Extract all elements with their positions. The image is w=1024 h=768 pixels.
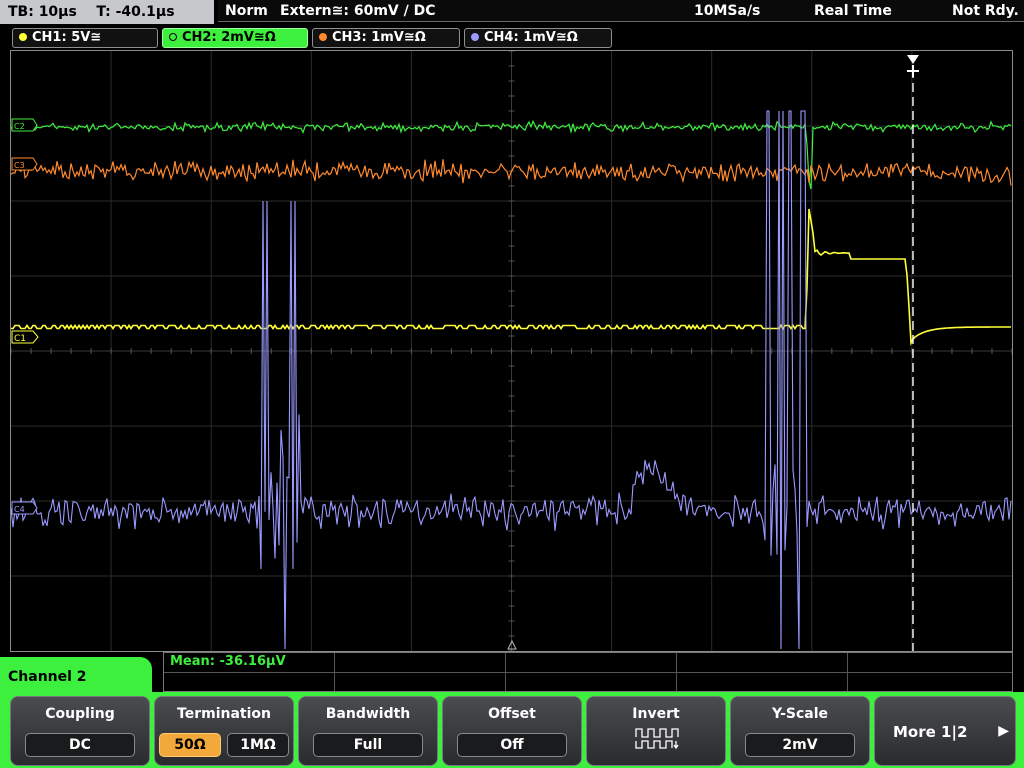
trigger-source: Extern≅: 60mV ∕ DC bbox=[280, 3, 436, 19]
measurement-table[interactable]: Mean: -36.16µV bbox=[163, 652, 1013, 692]
trigger-status-strip[interactable]: Norm Extern≅: 60mV ∕ DC 10MSa/s Real Tim… bbox=[218, 0, 1024, 22]
tab-ch1[interactable]: CH1: 5V≅ bbox=[12, 28, 158, 48]
ch1-level-marker: C1 bbox=[11, 330, 39, 344]
acquisition-state: Not Rdy. bbox=[952, 3, 1019, 19]
y-scale-value: 2mV bbox=[745, 733, 855, 757]
waveform-display[interactable]: C2 C3 C1 C4 bbox=[10, 50, 1013, 652]
ch2-level-marker: C2 bbox=[11, 118, 38, 132]
svg-text:C1: C1 bbox=[14, 334, 26, 344]
trigger-time-value: T: -40.1µs bbox=[96, 4, 175, 20]
y-scale-label: Y-Scale bbox=[771, 706, 828, 722]
tab-ch3-label: CH3: 1mV≅Ω bbox=[332, 30, 426, 45]
acquisition-mode: Real Time bbox=[814, 3, 892, 19]
termination-1mohm-option[interactable]: 1MΩ bbox=[227, 733, 289, 757]
trigger-mode: Norm bbox=[225, 3, 268, 19]
y-scale-softkey[interactable]: Y-Scale 2mV bbox=[730, 696, 870, 766]
coupling-label: Coupling bbox=[45, 706, 115, 722]
waveform-canvas: C2 C3 C1 C4 bbox=[11, 51, 1012, 651]
termination-50ohm-option[interactable]: 50Ω bbox=[159, 733, 221, 757]
bandwidth-label: Bandwidth bbox=[325, 706, 411, 722]
tab-ch3[interactable]: CH3: 1mV≅Ω bbox=[312, 28, 460, 48]
more-label: More 1|2 bbox=[893, 723, 968, 741]
tab-ch2[interactable]: CH2: 2mV≅Ω bbox=[162, 28, 308, 48]
svg-text:C2: C2 bbox=[14, 122, 25, 131]
ch4-level-marker: C4 bbox=[11, 501, 38, 515]
timebase-value: TB: 10µs bbox=[8, 4, 77, 20]
graticule-grid bbox=[11, 51, 1012, 651]
tab-ch4-label: CH4: 1mV≅Ω bbox=[484, 30, 578, 45]
bandwidth-softkey[interactable]: Bandwidth Full bbox=[298, 696, 438, 766]
measurement-mean: Mean: -36.16µV bbox=[170, 654, 286, 669]
coupling-softkey[interactable]: Coupling DC bbox=[10, 696, 150, 766]
offset-value: Off bbox=[457, 733, 567, 757]
ch3-level-marker: C3 bbox=[11, 157, 38, 171]
trigger-marker-icon bbox=[907, 55, 919, 77]
tab-ch4[interactable]: CH4: 1mV≅Ω bbox=[464, 28, 612, 48]
offset-softkey[interactable]: Offset Off bbox=[442, 696, 582, 766]
status-bar: TB: 10µs T: -40.1µs Norm Extern≅: 60mV ∕… bbox=[0, 0, 1024, 24]
tab-ch2-label: CH2: 2mV≅Ω bbox=[182, 30, 276, 45]
timebase-readout[interactable]: TB: 10µs T: -40.1µs bbox=[0, 0, 214, 24]
ch3-color-dot bbox=[319, 33, 327, 41]
ch4-color-dot bbox=[471, 33, 479, 41]
softkey-bar: Coupling DC Termination 50Ω 1MΩ Bandwidt… bbox=[0, 692, 1024, 768]
invert-softkey[interactable]: Invert bbox=[586, 696, 726, 766]
svg-text:C3: C3 bbox=[14, 161, 25, 170]
invert-label: Invert bbox=[632, 706, 680, 722]
offset-label: Offset bbox=[488, 706, 536, 722]
sample-rate: 10MSa/s bbox=[694, 3, 761, 19]
svg-text:C4: C4 bbox=[14, 505, 25, 514]
bandwidth-value: Full bbox=[313, 733, 423, 757]
invert-waveform-icon bbox=[635, 728, 679, 750]
ch2-color-dot bbox=[169, 33, 177, 41]
next-page-arrow-icon: ▶ bbox=[998, 723, 1009, 739]
tab-ch1-label: CH1: 5V≅ bbox=[32, 30, 102, 45]
termination-label: Termination bbox=[177, 706, 271, 722]
more-softkey[interactable]: More 1|2 ▶ bbox=[874, 696, 1016, 766]
ch1-color-dot bbox=[19, 33, 27, 41]
coupling-value: DC bbox=[25, 733, 135, 757]
termination-softkey[interactable]: Termination 50Ω 1MΩ bbox=[154, 696, 294, 766]
